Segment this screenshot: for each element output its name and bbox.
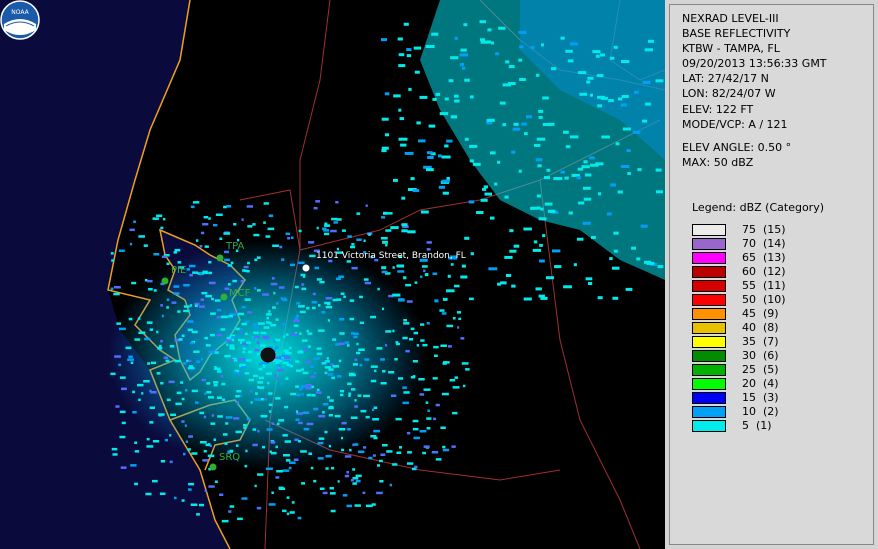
legend-label: 45 (9) bbox=[742, 307, 779, 320]
legend-label: 10 (2) bbox=[742, 405, 779, 418]
legend-label: 40 (8) bbox=[742, 321, 779, 334]
legend-swatch bbox=[692, 238, 726, 250]
radar-map[interactable]: TPA PIE MCF SRQ 1101 Victoria Street, Br… bbox=[0, 0, 665, 549]
legend-swatch bbox=[692, 420, 726, 432]
site-label-pie: PIE bbox=[171, 265, 187, 276]
legend-title: Legend: dBZ (Category) bbox=[692, 201, 824, 214]
info-panel: NEXRAD LEVEL-III BASE REFLECTIVITY KTBW … bbox=[669, 4, 874, 545]
station-name: KTBW - TAMPA, FL bbox=[682, 42, 780, 56]
legend-swatch bbox=[692, 322, 726, 334]
legend-label: 55 (11) bbox=[742, 279, 786, 292]
tpa-dot bbox=[216, 254, 224, 262]
legend-swatch bbox=[692, 364, 726, 376]
legend-swatch bbox=[692, 280, 726, 292]
legend-swatch bbox=[692, 308, 726, 320]
svg-text:NOAA: NOAA bbox=[11, 9, 29, 16]
site-label-mcf: MCF bbox=[229, 288, 251, 299]
legend-label: 5 (1) bbox=[742, 419, 772, 432]
legend-label: 30 (6) bbox=[742, 349, 779, 362]
legend-label: 25 (5) bbox=[742, 363, 779, 376]
product-name: NEXRAD LEVEL-III bbox=[682, 12, 779, 25]
legend-swatch bbox=[692, 336, 726, 348]
site-label-srq: SRQ bbox=[219, 452, 241, 463]
legend-swatch bbox=[692, 406, 726, 418]
legend-label: 70 (14) bbox=[742, 237, 786, 250]
legend-label: 75 (15) bbox=[742, 223, 786, 236]
radar-site bbox=[260, 347, 276, 363]
max-dbz: MAX: 50 dBZ bbox=[682, 155, 754, 169]
elev-angle: ELEV ANGLE: 0.50 ° bbox=[682, 140, 792, 154]
srq-dot bbox=[209, 463, 217, 471]
legend-label: 60 (12) bbox=[742, 265, 786, 278]
legend-swatch bbox=[692, 224, 726, 236]
mode-vcp: MODE/VCP: A / 121 bbox=[682, 117, 788, 131]
scan-datetime: 09/20/2013 13:56:33 GMT bbox=[682, 57, 827, 71]
legend-label: 20 (4) bbox=[742, 377, 779, 390]
location-marker bbox=[302, 264, 310, 272]
legend-label: 35 (7) bbox=[742, 335, 779, 348]
mcf-dot bbox=[220, 293, 228, 301]
station-lat: LAT: 27/42/17 N bbox=[682, 72, 769, 86]
legend-swatch bbox=[692, 294, 726, 306]
noaa-logo: NOAA bbox=[0, 0, 40, 40]
legend-swatch bbox=[692, 378, 726, 390]
legend-label: 65 (13) bbox=[742, 251, 786, 264]
legend-swatch bbox=[692, 392, 726, 404]
legend-label: 50 (10) bbox=[742, 293, 786, 306]
legend-label: 15 (3) bbox=[742, 391, 779, 404]
product-info: NEXRAD LEVEL-III BASE REFLECTIVITY KTBW … bbox=[682, 11, 827, 170]
location-label: 1101 Victoria Street, Brandon, FL bbox=[316, 251, 466, 261]
pie-dot bbox=[161, 277, 169, 285]
station-lon: LON: 82/24/07 W bbox=[682, 87, 776, 101]
site-label-tpa: TPA bbox=[226, 241, 245, 252]
map-canvas bbox=[0, 0, 665, 549]
legend-swatch bbox=[692, 252, 726, 264]
product-type: BASE REFLECTIVITY bbox=[682, 27, 791, 41]
legend-swatch bbox=[692, 350, 726, 362]
station-elev: ELEV: 122 FT bbox=[682, 102, 754, 116]
legend-swatch bbox=[692, 266, 726, 278]
